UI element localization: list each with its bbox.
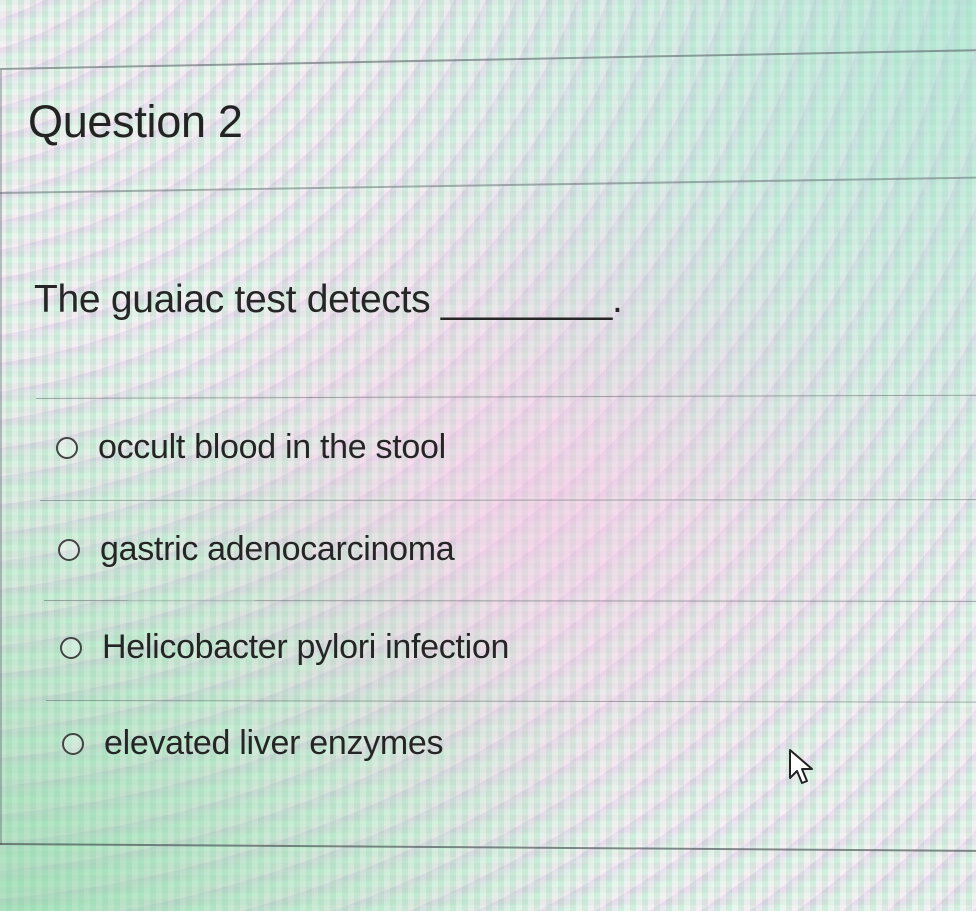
option-divider: [43, 600, 976, 602]
question-frame-left-border: [0, 70, 2, 845]
question-frame-bottom-border: [0, 843, 976, 852]
radio-button-icon[interactable]: [56, 436, 78, 459]
mouse-pointer-icon: [789, 749, 813, 784]
answer-option-1[interactable]: occult blood in the stool: [56, 428, 446, 467]
question-prompt: The guaiac test detects ________.: [34, 278, 623, 321]
answer-option-2[interactable]: gastric adenocarcinoma: [58, 530, 455, 569]
answer-option-label[interactable]: occult blood in the stool: [98, 428, 446, 467]
option-divider: [45, 700, 976, 703]
answer-option-label[interactable]: elevated liver enzymes: [104, 724, 444, 763]
question-title: Question 2: [28, 96, 243, 147]
answer-option-label[interactable]: Helicobacter pylori infection: [102, 628, 509, 667]
option-divider: [39, 499, 976, 501]
answer-option-3[interactable]: Helicobacter pylori infection: [60, 628, 509, 667]
title-divider: [0, 176, 976, 194]
radio-button-icon[interactable]: [62, 732, 84, 755]
prompt-divider: [35, 394, 976, 399]
radio-button-icon[interactable]: [58, 538, 80, 561]
answer-option-label[interactable]: gastric adenocarcinoma: [100, 530, 455, 569]
radio-button-icon[interactable]: [60, 636, 82, 659]
quiz-page: Question 2 The guaiac test detects _____…: [0, 0, 976, 911]
question-frame-top-border: [0, 49, 976, 70]
answer-option-4[interactable]: elevated liver enzymes: [62, 724, 444, 763]
